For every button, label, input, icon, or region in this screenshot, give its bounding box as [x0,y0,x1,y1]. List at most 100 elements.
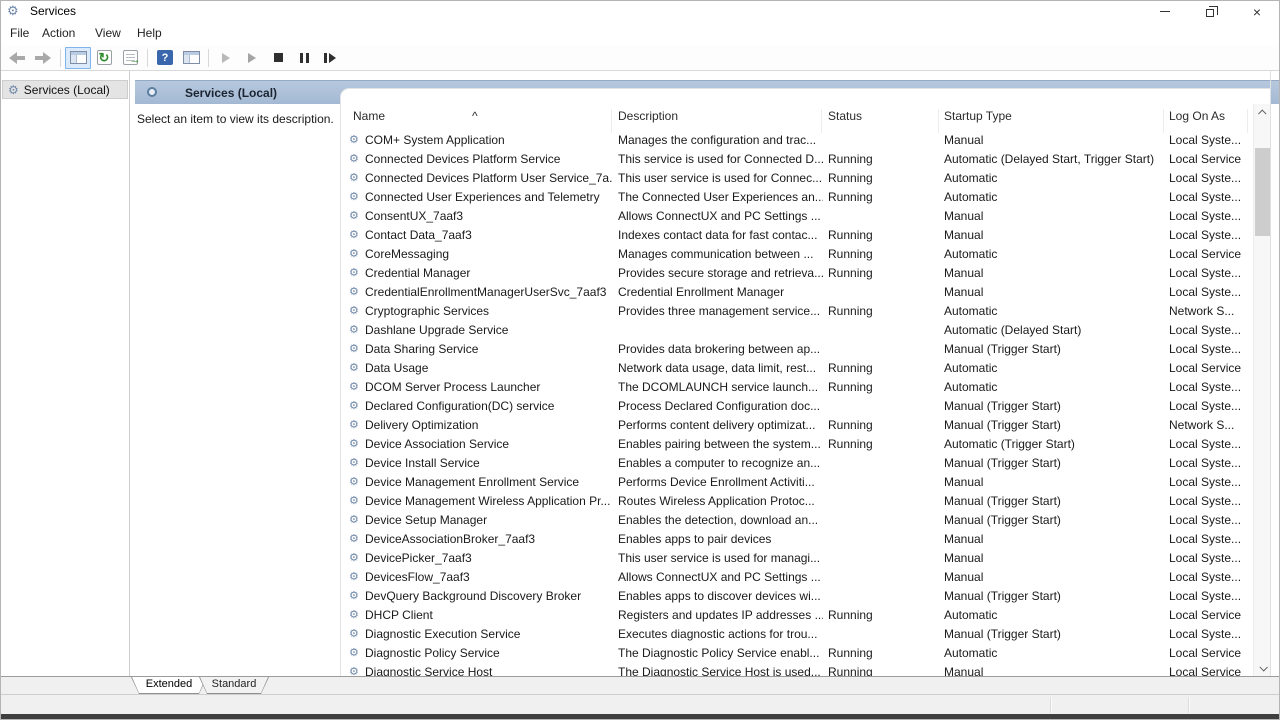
scroll-up-button[interactable] [1254,104,1271,121]
cell-log-on-as: Local Service [1169,245,1253,264]
table-row[interactable]: ⚙ Cryptographic Services Provides three … [341,302,1253,321]
table-row[interactable]: ⚙ Data Sharing Service Provides data bro… [341,340,1253,359]
maximize-button[interactable] [1188,0,1234,23]
table-row[interactable]: ⚙ Credential Manager Provides secure sto… [341,264,1253,283]
scrollbar-thumb[interactable] [1255,148,1270,236]
table-row[interactable]: ⚙ CoreMessaging Manages communication be… [341,245,1253,264]
table-row[interactable]: ⚙ Declared Configuration(DC) service Pro… [341,397,1253,416]
cell-log-on-as: Network S... [1169,416,1253,435]
cell-status: Running [828,188,938,207]
tree-item-services-local[interactable]: ⚙ Services (Local) [2,80,128,99]
table-row[interactable]: ⚙ DCOM Server Process Launcher The DCOML… [341,378,1253,397]
table-row[interactable]: ⚙ Device Association Service Enables pai… [341,435,1253,454]
cell-log-on-as: Local Syste... [1169,473,1253,492]
table-row[interactable]: ⚙ ConsentUX_7aaf3 Allows ConnectUX and P… [341,207,1253,226]
help-button[interactable]: ? [152,47,178,69]
service-gear-icon: ⚙ [349,435,359,454]
table-row[interactable]: ⚙ CredentialEnrollmentManagerUserSvc_7aa… [341,283,1253,302]
table-row[interactable]: ⚙ DevicePicker_7aaf3 This user service i… [341,549,1253,568]
cell-description: Credential Enrollment Manager [618,283,823,302]
cell-status: Running [828,264,938,283]
column-header-status[interactable]: Status [828,109,862,123]
cell-description: Executes diagnostic actions for trou... [618,625,823,644]
table-row[interactable]: ⚙ Connected User Experiences and Telemet… [341,188,1253,207]
cell-description: Manages communication between ... [618,245,823,264]
pause-service-button[interactable] [291,47,317,69]
column-header-startup[interactable]: Startup Type [944,109,1012,123]
restart-service-button[interactable] [317,47,343,69]
cell-startup-type: Manual [944,207,1164,226]
table-row[interactable]: ⚙ DevQuery Background Discovery Broker E… [341,587,1253,606]
cell-name: Contact Data_7aaf3 [365,226,613,245]
minimize-icon [1160,11,1170,12]
column-header-logon[interactable]: Log On As [1169,109,1225,123]
column-divider[interactable] [821,109,822,133]
cell-name: DCOM Server Process Launcher [365,378,613,397]
play-icon [248,53,256,63]
table-row[interactable]: ⚙ Device Install Service Enables a compu… [341,454,1253,473]
table-row[interactable]: ⚙ DHCP Client Registers and updates IP a… [341,606,1253,625]
close-button[interactable]: × [1234,0,1280,23]
table-row[interactable]: ⚙ Dashlane Upgrade Service Automatic (De… [341,321,1253,340]
cell-name: Connected Devices Platform Service [365,150,613,169]
show-action-pane-button[interactable] [178,47,204,69]
table-row[interactable]: ⚙ DeviceAssociationBroker_7aaf3 Enables … [341,530,1253,549]
table-row[interactable]: ⚙ Connected Devices Platform Service Thi… [341,150,1253,169]
cell-description: The Connected User Experiences an... [618,188,823,207]
services-ring-icon [147,87,157,97]
cell-startup-type: Manual (Trigger Start) [944,492,1164,511]
show-console-tree-button[interactable] [65,47,91,69]
table-row[interactable]: ⚙ Delivery Optimization Performs content… [341,416,1253,435]
tab-standard[interactable]: Standard [199,677,269,694]
menu-file[interactable]: File [10,26,29,40]
table-row[interactable]: ⚙ Device Management Enrollment Service P… [341,473,1253,492]
minimize-button[interactable] [1142,0,1188,23]
export-list-button[interactable]: → [117,47,143,69]
column-divider[interactable] [938,109,939,133]
forward-arrow-icon [35,52,51,64]
service-gear-icon: ⚙ [349,473,359,492]
cell-startup-type: Manual [944,131,1164,150]
table-row[interactable]: ⚙ Data Usage Network data usage, data li… [341,359,1253,378]
cell-log-on-as: Local Syste... [1169,397,1253,416]
table-row[interactable]: ⚙ COM+ System Application Manages the co… [341,131,1253,150]
back-button[interactable] [4,47,30,69]
scroll-down-button[interactable] [1254,659,1271,676]
cell-description: Registers and updates IP addresses ... [618,606,823,625]
column-divider[interactable] [1247,109,1248,133]
menu-action[interactable]: Action [42,26,75,40]
cell-log-on-as: Local Syste... [1169,454,1253,473]
cell-status: Running [828,169,938,188]
table-row[interactable]: ⚙ Device Setup Manager Enables the detec… [341,511,1253,530]
forward-button[interactable] [30,47,56,69]
refresh-button[interactable]: ↻ [91,47,117,69]
status-bar-divider [1050,697,1051,713]
tab-extended[interactable]: Extended [131,677,207,694]
restart-icon [324,53,336,63]
cell-startup-type: Manual (Trigger Start) [944,397,1164,416]
resume-service-button[interactable] [239,47,265,69]
column-divider[interactable] [1163,109,1164,133]
cell-name: DHCP Client [365,606,613,625]
pause-icon [300,53,309,63]
table-row[interactable]: ⚙ Diagnostic Policy Service The Diagnost… [341,644,1253,663]
table-row[interactable]: ⚙ Device Management Wireless Application… [341,492,1253,511]
table-row[interactable]: ⚙ Connected Devices Platform User Servic… [341,169,1253,188]
column-divider[interactable] [611,109,612,133]
menu-view[interactable]: View [95,26,121,40]
table-row[interactable]: ⚙ Contact Data_7aaf3 Indexes contact dat… [341,226,1253,245]
cell-description: Enables pairing between the system... [618,435,823,454]
start-service-button[interactable] [213,47,239,69]
status-bar-divider [1188,697,1189,713]
menu-help[interactable]: Help [137,26,162,40]
cell-description: Enables a computer to recognize an... [618,454,823,473]
table-row[interactable]: ⚙ Diagnostic Execution Service Executes … [341,625,1253,644]
cell-log-on-as: Local Syste... [1169,169,1253,188]
cell-log-on-as: Local Syste... [1169,568,1253,587]
stop-service-button[interactable] [265,47,291,69]
vertical-scrollbar[interactable] [1253,104,1270,676]
table-row[interactable]: ⚙ DevicesFlow_7aaf3 Allows ConnectUX and… [341,568,1253,587]
cell-name: Data Usage [365,359,613,378]
column-header-name[interactable]: Name [353,109,385,123]
column-header-description[interactable]: Description [618,109,678,123]
